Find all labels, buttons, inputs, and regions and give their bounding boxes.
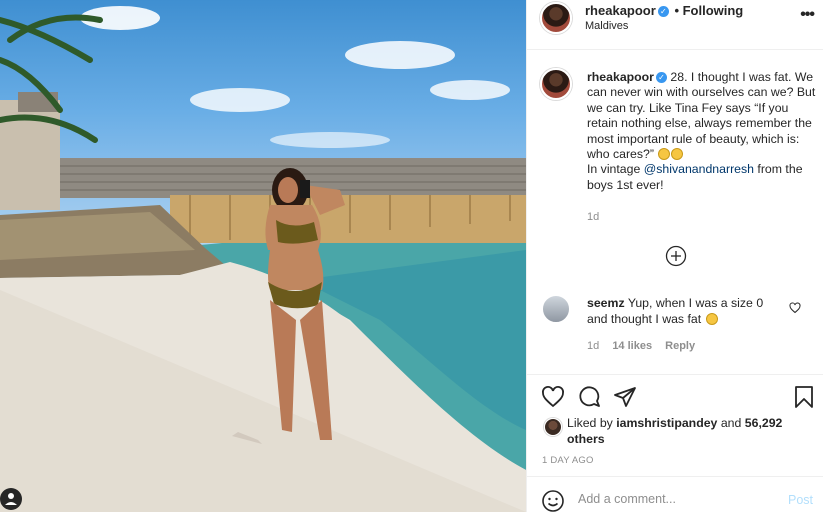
verified-icon: ✓	[655, 72, 667, 83]
caption-username[interactable]: rheakapoor	[587, 70, 654, 84]
flushed-emoji-icon	[705, 312, 718, 325]
comment-likes[interactable]: 14 likes	[612, 340, 652, 352]
liker-avatar[interactable]	[544, 418, 562, 436]
caption-time[interactable]: 1d	[587, 211, 599, 223]
comment-username[interactable]: seemz	[587, 296, 625, 310]
add-comment-input[interactable]: Add a comment...	[578, 492, 676, 506]
post-timestamp[interactable]: 1 DAY AGO	[542, 455, 594, 466]
commenter-avatar[interactable]	[541, 294, 571, 324]
following-status[interactable]: • Following	[674, 3, 743, 18]
verified-icon: ✓	[657, 6, 669, 17]
liked-by-and: and	[720, 416, 742, 430]
grin-emoji-icon	[671, 148, 684, 161]
section-divider	[527, 374, 823, 375]
heart-icon[interactable]	[541, 385, 565, 412]
caption-vintage-text: In vintage	[587, 162, 641, 177]
post-photo[interactable]	[0, 0, 526, 512]
comment-like-heart-icon[interactable]	[789, 302, 801, 317]
post-caption: rheakapoor ✓ 28. I thought I was fat. We …	[587, 70, 817, 193]
post-comment-button[interactable]: Post	[788, 493, 813, 507]
comment-reply-button[interactable]: Reply	[665, 340, 695, 352]
bookmark-icon[interactable]	[793, 385, 815, 412]
comment-icon[interactable]	[577, 385, 601, 412]
instagram-post: rheakapoor ✓ • Following Maldives ••• rhe…	[0, 0, 823, 512]
header-location[interactable]: Maldives	[585, 20, 628, 32]
user-tag-icon[interactable]	[0, 488, 22, 510]
caption-avatar[interactable]	[540, 68, 572, 100]
liked-by: Liked by iamshristipandey and 56,292 oth…	[567, 416, 807, 447]
comment: seemz Yup, when I was a size 0 and thoug…	[587, 296, 787, 327]
author-avatar[interactable]	[540, 2, 572, 34]
load-more-icon[interactable]	[665, 245, 687, 270]
post-header: rheakapoor ✓ • Following Maldives •••	[527, 0, 823, 50]
comment-meta: 1d 14 likes Reply	[587, 340, 695, 352]
header-username[interactable]: rheakapoor	[585, 3, 656, 18]
comment-time[interactable]: 1d	[587, 340, 599, 352]
liked-by-user[interactable]: iamshristipandey	[616, 416, 717, 430]
header-user-line: rheakapoor ✓ • Following	[585, 3, 743, 18]
section-divider	[527, 476, 823, 477]
caption-mention-link[interactable]: @shivanandnarresh	[644, 162, 754, 176]
grimace-emoji-icon	[658, 148, 671, 161]
share-icon[interactable]	[613, 385, 637, 412]
more-options-icon[interactable]: •••	[800, 6, 815, 24]
liked-by-prefix: Liked by	[567, 416, 613, 430]
post-sidebar: rheakapoor ✓ • Following Maldives ••• rhe…	[526, 0, 823, 512]
beach-scene-illustration	[0, 6, 526, 512]
